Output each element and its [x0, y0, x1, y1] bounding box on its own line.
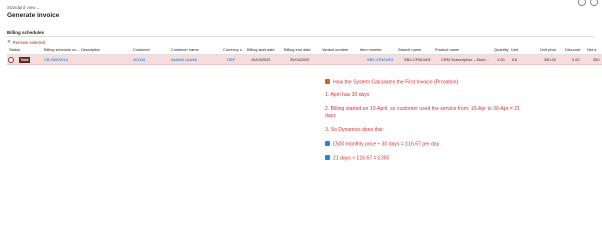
- column-header[interactable]: Billing start date: [247, 45, 275, 54]
- annotation-line-2: 2. Billing started on 10-April, so custo…: [325, 106, 520, 112]
- checkbox-icon: [325, 141, 330, 146]
- annotation-line-1: 1. April has 30 days: [325, 92, 370, 98]
- customer-link[interactable]: 001116: [133, 55, 145, 64]
- column-header[interactable]: Unit price: [540, 45, 556, 54]
- status-badge: Void: [19, 56, 30, 63]
- table-header: Status Billing schedule nu... Descriptio…: [7, 45, 602, 55]
- column-header[interactable]: Description: [81, 45, 100, 54]
- start-date-cell: 10/04/2025: [251, 57, 271, 62]
- column-header[interactable]: Quantity: [494, 45, 509, 54]
- page-title: Generate invoice: [7, 12, 60, 19]
- unit-cell: EA: [512, 57, 518, 62]
- quantity-cell: 1.00: [497, 57, 505, 62]
- column-header[interactable]: Customer: [133, 45, 150, 54]
- window-controls: [578, 0, 598, 6]
- view-selector[interactable]: Standard view⌄: [7, 5, 40, 10]
- help-icon[interactable]: [578, 0, 586, 6]
- annotation-calc-1: £500 monthly price ÷ 30 days = £16.67 pe…: [325, 141, 439, 149]
- annotation-heading: How the System Calculates the First Invo…: [325, 79, 460, 87]
- item-number-link[interactable]: SBX-CRM-M01: [367, 55, 394, 64]
- settings-icon[interactable]: [590, 0, 598, 6]
- column-header[interactable]: Billing end date: [284, 45, 311, 54]
- unit-price-cell: 350.00: [544, 57, 556, 62]
- product-name-cell: CRM Subscription – Mont...: [441, 57, 489, 62]
- annotation-calc-1-text: £500 monthly price ÷ 30 days = £16.67 pe…: [333, 141, 440, 148]
- end-date-cell: 30/04/2025: [290, 57, 310, 62]
- discount-cell: 0.00: [572, 57, 580, 62]
- column-header[interactable]: Search name: [398, 45, 421, 54]
- view-label: Standard view: [7, 5, 36, 10]
- remove-selected-label: Remove selected: [12, 39, 46, 45]
- column-header[interactable]: Status: [9, 45, 20, 54]
- column-header[interactable]: Currency c...: [223, 45, 244, 54]
- annotation-calc-2-text: 21 days × £16.67 = £350: [333, 155, 390, 162]
- book-icon: [325, 79, 330, 84]
- column-header[interactable]: Product name: [435, 45, 459, 54]
- column-header[interactable]: Variant number: [322, 45, 348, 54]
- section-title: Billing schedules: [7, 30, 45, 35]
- schedule-number-link[interactable]: CB-00000014: [44, 55, 68, 64]
- chevron-down-icon: ⌄: [36, 5, 40, 10]
- column-header[interactable]: Item number: [360, 45, 382, 54]
- customer-name-cell: #####ü Ltd###: [171, 57, 197, 62]
- net-amount-cell: 350: [593, 57, 600, 62]
- table-row[interactable]: Void CB-00000014 001116 #####ü Ltd### GB…: [7, 55, 602, 65]
- column-header[interactable]: Net a: [587, 45, 596, 54]
- annotation-line-2-continued: days: [325, 113, 336, 119]
- billing-schedules-grid: Status Billing schedule nu... Descriptio…: [7, 45, 602, 65]
- column-header[interactable]: Discount: [565, 45, 580, 54]
- column-header[interactable]: Billing schedule nu...: [44, 45, 80, 54]
- annotation-heading-text: How the System Calculates the First Invo…: [333, 79, 460, 86]
- section-divider: [7, 35, 595, 37]
- annotation-calc-2: 21 days × £16.67 = £350: [325, 155, 389, 163]
- row-select-radio[interactable]: [8, 57, 14, 63]
- column-header[interactable]: Customer name: [171, 45, 199, 54]
- column-header[interactable]: Unit: [511, 45, 518, 54]
- search-name-cell: SBX-CRM-M01: [404, 57, 431, 62]
- annotation-line-3: 3. So Dynamics does this:: [325, 127, 384, 133]
- currency-link[interactable]: GBP: [227, 55, 235, 64]
- checkbox-icon: [325, 155, 330, 160]
